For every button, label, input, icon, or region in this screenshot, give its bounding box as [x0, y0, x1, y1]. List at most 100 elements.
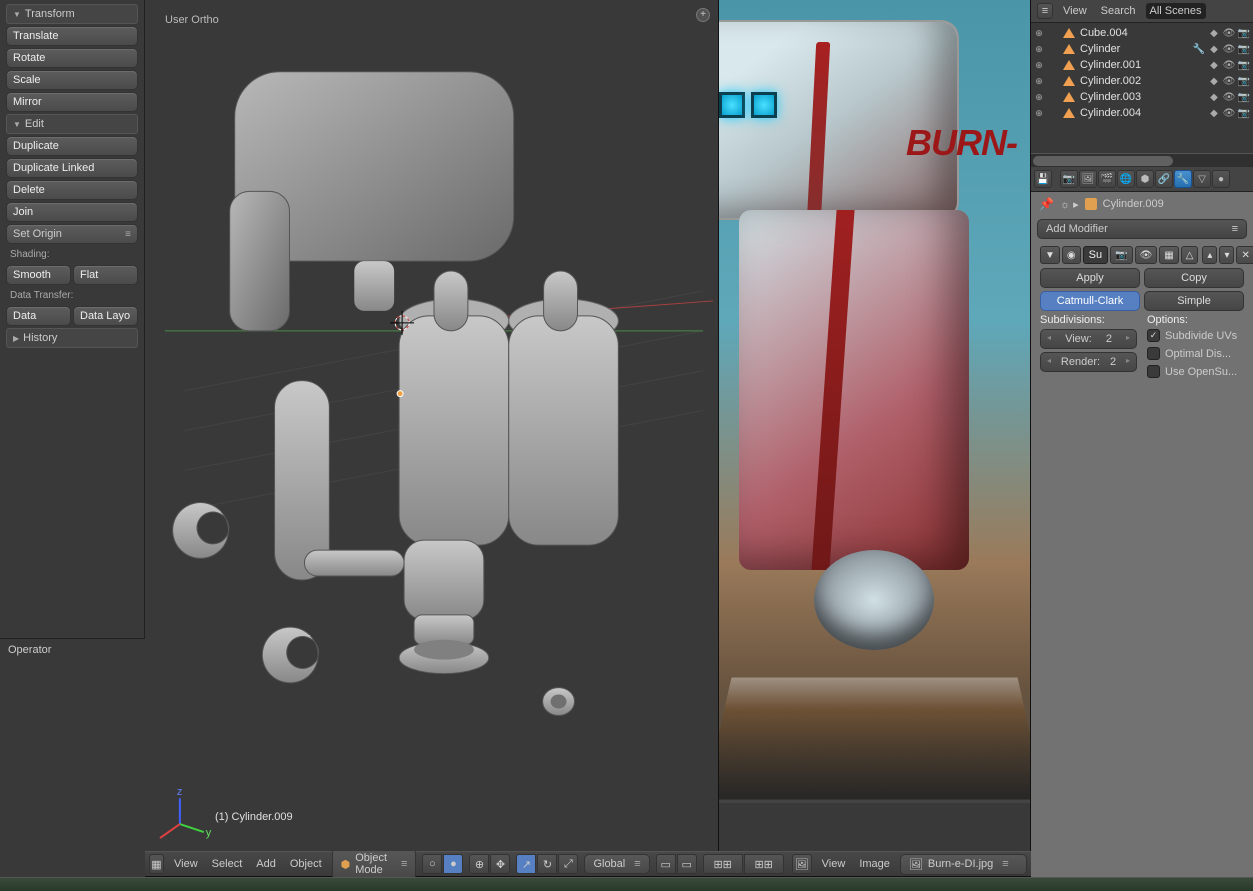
restrict-view-icon[interactable]: 👁 — [1222, 74, 1236, 88]
editor-type-icon[interactable]: ▦ — [149, 854, 164, 874]
outliner-view-link[interactable]: View — [1059, 3, 1091, 19]
modifier-display-toggle[interactable]: 👁 — [1135, 246, 1158, 264]
subdivide-uvs-checkbox[interactable]: ✓Subdivide UVs — [1147, 329, 1244, 342]
view-subdivisions-field[interactable]: View:2 — [1040, 329, 1137, 349]
modifier-render-toggle[interactable]: 📷 — [1110, 246, 1132, 264]
restrict-render-icon[interactable]: 📷 — [1237, 106, 1251, 120]
mirror-button[interactable]: Mirror — [6, 92, 138, 112]
optimal-display-checkbox[interactable]: Optimal Dis... — [1147, 347, 1244, 360]
outliner-item-name[interactable]: Cylinder.002 — [1078, 75, 1204, 87]
data-layout-button[interactable]: Data Layo — [73, 306, 138, 326]
shade-flat-button[interactable]: Flat — [73, 265, 138, 285]
outliner-hscrollbar[interactable] — [1031, 153, 1253, 167]
manip-rotate-icon[interactable]: ↻ — [537, 854, 557, 874]
restrict-view-icon[interactable]: 👁 — [1222, 42, 1236, 56]
shading-solid-icon[interactable]: ● — [443, 854, 463, 874]
panel-header-history[interactable]: History — [6, 328, 138, 348]
expand-icon[interactable]: ⊕ — [1033, 60, 1045, 71]
layer-grid-button[interactable]: ⊞⊞ — [744, 854, 784, 874]
menu-add[interactable]: Add — [252, 856, 280, 872]
viewport-expand-icon[interactable]: + — [696, 8, 710, 22]
outliner-item-name[interactable]: Cube.004 — [1078, 27, 1204, 39]
delete-button[interactable]: Delete — [6, 180, 138, 200]
image-menu-view[interactable]: View — [818, 856, 850, 872]
pivot-icon[interactable]: ⊕ — [469, 854, 489, 874]
modifier-move-down[interactable]: ▾ — [1219, 246, 1234, 264]
tab-world[interactable]: 🌐 — [1117, 170, 1135, 188]
expand-icon[interactable]: ⊕ — [1033, 76, 1045, 87]
modifier-move-up[interactable]: ▴ — [1202, 246, 1217, 264]
modifier-name-field[interactable]: Su — [1083, 246, 1108, 264]
tab-data[interactable]: ▽ — [1193, 170, 1211, 188]
mode-selector[interactable]: ⬢Object Mode — [332, 848, 417, 880]
scrollbar-thumb[interactable] — [1033, 156, 1173, 166]
restrict-select-icon[interactable]: ◆ — [1207, 26, 1221, 40]
restrict-render-icon[interactable]: 📷 — [1237, 90, 1251, 104]
properties-type-icon[interactable]: 💾 — [1034, 170, 1052, 188]
outliner-item-name[interactable]: Cylinder — [1078, 43, 1189, 55]
add-modifier-dropdown[interactable]: Add Modifier≡ — [1037, 219, 1247, 239]
set-origin-dropdown[interactable]: Set Origin — [6, 224, 138, 244]
restrict-select-icon[interactable]: ◆ — [1207, 58, 1221, 72]
outliner-item-name[interactable]: Cylinder.003 — [1078, 91, 1204, 103]
outliner-item-name[interactable]: Cylinder.001 — [1078, 59, 1204, 71]
modifier-cage-toggle[interactable]: △ — [1181, 246, 1199, 264]
panel-header-edit[interactable]: Edit — [6, 114, 138, 134]
outliner-tree[interactable]: ⊕Cube.004◆👁📷 ⊕Cylinder🔧◆👁📷 ⊕Cylinder.001… — [1031, 23, 1253, 153]
restrict-render-icon[interactable]: 📷 — [1237, 74, 1251, 88]
shade-smooth-button[interactable]: Smooth — [6, 265, 71, 285]
render-subdivisions-field[interactable]: Render:2 — [1040, 352, 1137, 372]
restrict-select-icon[interactable]: ◆ — [1207, 90, 1221, 104]
tab-scene[interactable]: 🎬 — [1098, 170, 1116, 188]
image-file-selector[interactable]: 🖼Burn-e-DI.jpg — [900, 854, 1027, 875]
modifier-expand-icon[interactable]: ▼ — [1040, 246, 1060, 264]
use-opensubdiv-checkbox[interactable]: Use OpenSu... — [1147, 365, 1244, 378]
menu-view[interactable]: View — [170, 856, 202, 872]
scale-button[interactable]: Scale — [6, 70, 138, 90]
menu-select[interactable]: Select — [208, 856, 247, 872]
image-editor-type-icon[interactable]: 🖼 — [792, 854, 812, 874]
expand-icon[interactable]: ⊕ — [1033, 108, 1045, 119]
apply-button[interactable]: Apply — [1040, 268, 1140, 288]
restrict-view-icon[interactable]: 👁 — [1222, 26, 1236, 40]
tab-modifiers[interactable]: 🔧 — [1174, 170, 1192, 188]
orientation-selector[interactable]: Global — [584, 854, 649, 874]
translate-button[interactable]: Translate — [6, 26, 138, 46]
tab-object[interactable]: ⬢ — [1136, 170, 1154, 188]
restrict-render-icon[interactable]: 📷 — [1237, 26, 1251, 40]
layer-button[interactable]: ▭ — [677, 854, 697, 874]
restrict-view-icon[interactable]: 👁 — [1222, 58, 1236, 72]
menu-object[interactable]: Object — [286, 856, 326, 872]
layer-grid-button[interactable]: ⊞⊞ — [703, 854, 743, 874]
duplicate-button[interactable]: Duplicate — [6, 136, 138, 156]
tab-material[interactable]: ● — [1212, 170, 1230, 188]
restrict-select-icon[interactable]: ◆ — [1207, 42, 1221, 56]
restrict-select-icon[interactable]: ◆ — [1207, 74, 1221, 88]
timeline-strip[interactable] — [0, 877, 1253, 891]
restrict-select-icon[interactable]: ◆ — [1207, 106, 1221, 120]
manip-scale-icon[interactable]: ⤢ — [558, 854, 578, 874]
data-button[interactable]: Data — [6, 306, 71, 326]
expand-icon[interactable]: ⊕ — [1033, 28, 1045, 39]
layer-button[interactable]: ▭ — [656, 854, 676, 874]
modifier-icon[interactable]: 🔧 — [1192, 42, 1206, 56]
outliner-filter[interactable]: All Scenes — [1146, 3, 1206, 19]
subsurf-type-catmull[interactable]: Catmull-Clark — [1040, 291, 1140, 311]
tab-render-layers[interactable]: 🖼 — [1079, 170, 1097, 188]
tab-render[interactable]: 📷 — [1060, 170, 1078, 188]
image-menu-image[interactable]: Image — [855, 856, 894, 872]
shading-wireframe-icon[interactable]: ○ — [422, 854, 442, 874]
expand-icon[interactable]: ⊕ — [1033, 44, 1045, 55]
subsurf-type-simple[interactable]: Simple — [1144, 291, 1244, 311]
3d-viewport[interactable]: User Ortho + — [145, 0, 719, 851]
pin-icon[interactable]: 📌 — [1039, 197, 1054, 211]
outliner-type-icon[interactable]: ≡ — [1037, 3, 1053, 19]
outliner-item-name[interactable]: Cylinder.004 — [1078, 107, 1204, 119]
rotate-button[interactable]: Rotate — [6, 48, 138, 68]
restrict-view-icon[interactable]: 👁 — [1222, 106, 1236, 120]
modifier-editmode-toggle[interactable]: ▦ — [1159, 246, 1178, 264]
outliner-search-link[interactable]: Search — [1097, 3, 1140, 19]
panel-header-transform[interactable]: Transform — [6, 4, 138, 24]
join-button[interactable]: Join — [6, 202, 138, 222]
duplicate-linked-button[interactable]: Duplicate Linked — [6, 158, 138, 178]
